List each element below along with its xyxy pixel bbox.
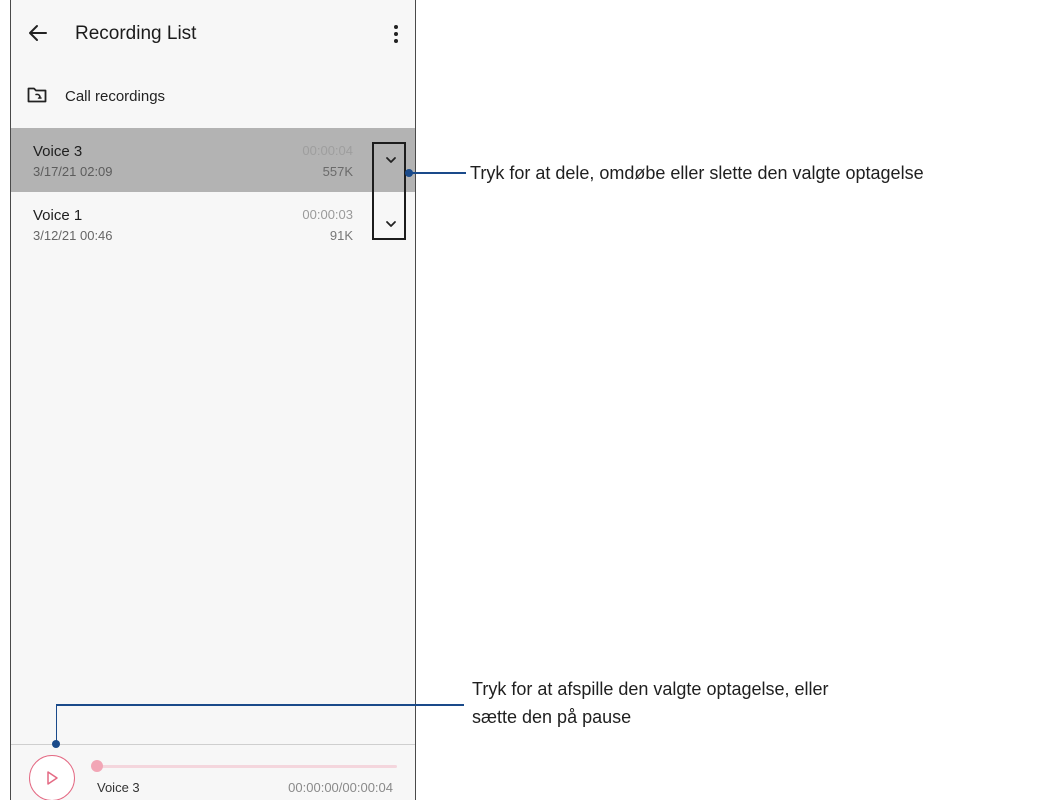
annotation-expand: Tryk for at dele, omdøbe eller slette de… bbox=[470, 163, 924, 183]
now-playing-title: Voice 3 bbox=[97, 780, 140, 795]
call-recording-folder-icon bbox=[27, 86, 47, 104]
recording-name: Voice 1 bbox=[33, 207, 83, 224]
more-options-button[interactable] bbox=[391, 22, 401, 46]
callout-line-play-vertical bbox=[55, 705, 57, 743]
recording-duration: 00:00:03 bbox=[302, 207, 353, 222]
recording-duration: 00:00:04 bbox=[302, 143, 353, 158]
seek-thumb[interactable] bbox=[91, 760, 103, 772]
callout-line-expand bbox=[410, 172, 466, 174]
recording-item[interactable]: Voice 1 3/12/21 00:46 00:00:03 91K bbox=[11, 192, 415, 256]
page-title: Recording List bbox=[75, 23, 197, 44]
recording-size: 557K bbox=[322, 164, 353, 179]
callout-line-play-horizontal bbox=[55, 704, 464, 706]
annotation-play-line1: Tryk for at afspille den valgte optagels… bbox=[472, 679, 829, 699]
mini-player: Voice 3 00:00:00/00:00:04 bbox=[11, 744, 415, 800]
playback-time: 00:00:00/00:00:04 bbox=[288, 780, 393, 795]
recording-date: 3/12/21 00:46 bbox=[33, 228, 113, 243]
back-arrow-icon bbox=[29, 25, 47, 41]
recording-date: 3/17/21 02:09 bbox=[33, 164, 113, 179]
folder-label: Call recordings bbox=[65, 88, 166, 105]
recording-item[interactable]: Voice 3 3/17/21 02:09 00:00:04 557K bbox=[11, 128, 415, 192]
app-bar: Recording List bbox=[11, 0, 415, 70]
play-icon bbox=[47, 771, 58, 785]
expand-buttons-highlight bbox=[372, 142, 406, 240]
recording-name: Voice 3 bbox=[33, 143, 83, 160]
back-button[interactable] bbox=[25, 20, 51, 46]
more-vert-icon bbox=[394, 25, 398, 43]
seek-bar[interactable] bbox=[97, 765, 397, 768]
call-recordings-folder[interactable]: Call recordings bbox=[11, 78, 415, 118]
annotation-play-line2: sætte den på pause bbox=[472, 707, 632, 727]
play-pause-button[interactable] bbox=[29, 755, 75, 800]
recording-size: 91K bbox=[329, 228, 353, 243]
recorder-screen: Recording List Call recordings Voice 3 3… bbox=[10, 0, 416, 800]
